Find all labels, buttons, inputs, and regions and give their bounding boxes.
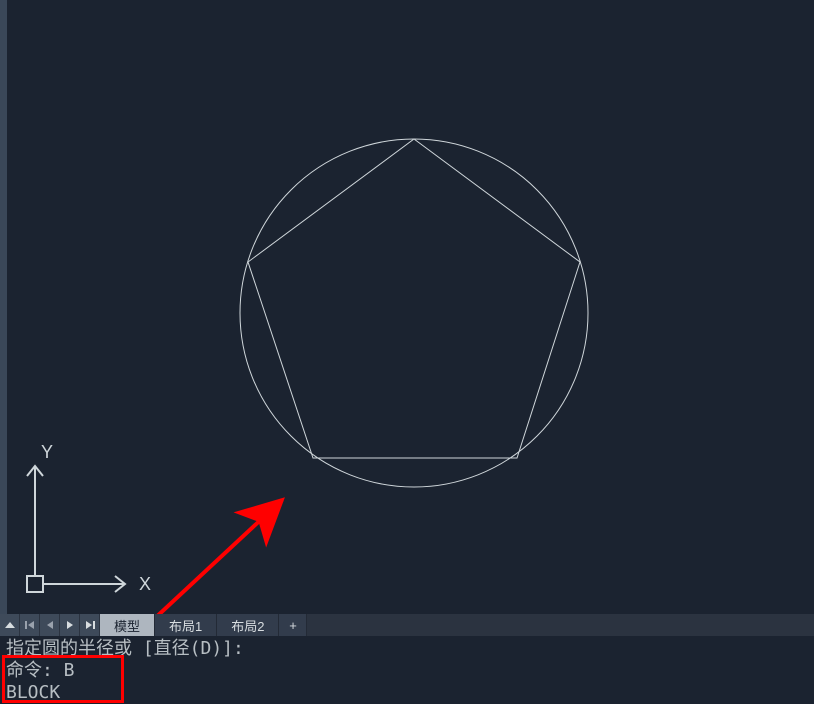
command-autocomplete-line: BLOCK <box>6 682 808 704</box>
tab-prev-button[interactable] <box>40 614 60 636</box>
command-line-area[interactable]: 指定圆的半径或 [直径(D)]: 命令: B BLOCK <box>0 636 814 704</box>
tab-layout2[interactable]: 布局2 <box>217 614 279 636</box>
tab-next-button[interactable] <box>60 614 80 636</box>
tab-layout1[interactable]: 布局1 <box>155 614 217 636</box>
tab-add-button[interactable]: + <box>279 614 307 636</box>
layout-tabs: 模型 布局1 布局2 + <box>100 614 307 636</box>
ucs-x-label: X <box>139 574 151 594</box>
layout-tab-bar: 模型 布局1 布局2 + <box>0 614 814 636</box>
tab-nav-group <box>0 614 100 636</box>
ucs-y-label: Y <box>41 444 53 462</box>
command-history-line: 指定圆的半径或 [直径(D)]: <box>6 638 808 660</box>
left-panel-edge <box>0 0 7 614</box>
drawing-circle <box>240 139 588 487</box>
command-prompt-line: 命令: B <box>6 660 808 682</box>
tab-collapse-button[interactable] <box>0 614 20 636</box>
tab-first-button[interactable] <box>20 614 40 636</box>
tab-last-button[interactable] <box>80 614 100 636</box>
tab-model[interactable]: 模型 <box>100 614 155 636</box>
drawing-pentagon <box>248 139 580 458</box>
drawing-viewport[interactable]: X Y <box>7 0 814 614</box>
ucs-icon: X Y <box>17 444 157 604</box>
